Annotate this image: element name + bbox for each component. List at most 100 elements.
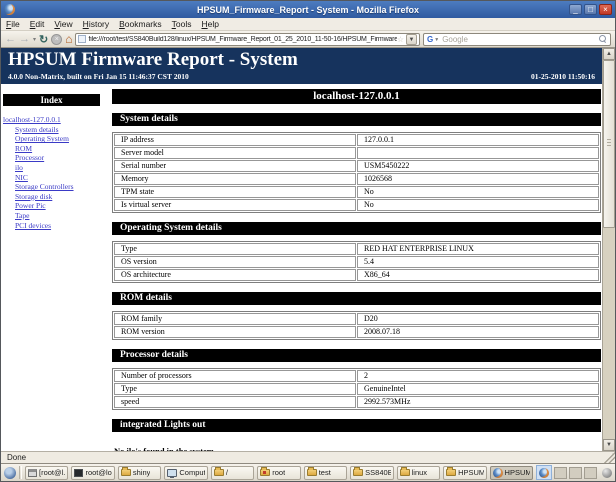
- index-link-rom[interactable]: ROM: [15, 144, 105, 154]
- rom-details-table: ROM familyD20 ROM version2008.07.18: [112, 311, 601, 340]
- bookmark-star-icon[interactable]: ☆: [397, 35, 404, 44]
- workspace-switcher-2[interactable]: [569, 467, 582, 479]
- history-dropdown-icon[interactable]: ▾: [33, 36, 36, 43]
- table-row: Memory1026568: [114, 173, 599, 185]
- report-page: HPSUM Firmware Report - System 4.0.0 Non…: [1, 48, 602, 451]
- tray-firefox-slot[interactable]: [536, 465, 552, 480]
- table-row: TPM stateNo: [114, 186, 599, 198]
- url-dropdown-icon[interactable]: ▼: [406, 34, 417, 45]
- ilo-message: No ilo's found in the system: [114, 446, 601, 451]
- table-row: Server model: [114, 147, 599, 159]
- folder-icon: [446, 469, 456, 476]
- window-list-applet-icon[interactable]: [4, 467, 16, 479]
- host-header: localhost-127.0.0.1: [112, 89, 601, 104]
- section-title-rom-details: ROM details: [112, 292, 601, 305]
- section-title-os-details: Operating System details: [112, 222, 601, 235]
- scroll-down-icon[interactable]: ▼: [603, 439, 615, 451]
- search-placeholder[interactable]: Google: [442, 35, 599, 44]
- stop-icon[interactable]: ×: [51, 34, 62, 45]
- scrollbar-thumb[interactable]: [603, 60, 615, 228]
- menu-file[interactable]: File: [6, 19, 20, 29]
- section-title-system-details: System details: [112, 113, 601, 126]
- index-link-ilo[interactable]: ilo: [15, 163, 105, 173]
- index-link-nic[interactable]: NIC: [15, 173, 105, 183]
- taskbar-item-root-slash[interactable]: /: [211, 466, 254, 480]
- index-link-power-pic[interactable]: Power Pic: [15, 201, 105, 211]
- index-link-localhost[interactable]: localhost-127.0.0.1: [3, 115, 105, 125]
- processor-details-table: Number of processors2 TypeGenuineIntel s…: [112, 368, 601, 410]
- menu-history[interactable]: History: [83, 19, 109, 29]
- folder-home-icon: [260, 469, 270, 476]
- search-engine-icon[interactable]: G: [427, 35, 433, 44]
- search-engine-dropdown-icon[interactable]: ▼: [434, 37, 439, 43]
- workspace-switcher-3[interactable]: [584, 467, 597, 479]
- menu-view[interactable]: View: [54, 19, 72, 29]
- taskbar-item-terminal-1[interactable]: [root@l...: [25, 466, 68, 480]
- browser-viewport: HPSUM Firmware Report - System 4.0.0 Non…: [1, 48, 615, 451]
- reload-icon[interactable]: ↻: [39, 33, 48, 46]
- index-link-tape[interactable]: Tape: [15, 211, 105, 221]
- firefox-icon: [4, 4, 15, 15]
- system-details-table: IP address127.0.0.1 Server model Serial …: [112, 132, 601, 213]
- report-header: HPSUM Firmware Report - System 4.0.0 Non…: [1, 48, 602, 84]
- index-link-storage-controllers[interactable]: Storage Controllers: [15, 182, 105, 192]
- browser-window: HPSUM_Firmware_Report - System - Mozilla…: [0, 0, 616, 482]
- taskbar-item-hpsum-firefox[interactable]: HPSUM_...: [490, 466, 533, 480]
- taskbar-item-computer[interactable]: Computer: [164, 466, 207, 480]
- menu-edit[interactable]: Edit: [30, 19, 45, 29]
- minimize-button[interactable]: _: [569, 4, 582, 15]
- status-bar: Done: [1, 451, 615, 463]
- table-row: OS architectureX86_64: [114, 269, 599, 281]
- index-link-system-details[interactable]: System details: [15, 125, 105, 135]
- navigation-toolbar: ← → ▾ ↻ × ⌂ file:///root/test/SS840Build…: [1, 31, 615, 48]
- taskbar-item-root[interactable]: root: [257, 466, 300, 480]
- folder-icon: [121, 469, 131, 476]
- taskbar-item-terminal-2[interactable]: root@lo...: [71, 466, 114, 480]
- folder-icon: [214, 469, 224, 476]
- index-link-processor[interactable]: Processor: [15, 153, 105, 163]
- home-icon[interactable]: ⌂: [65, 33, 72, 46]
- workspace-switcher-1[interactable]: [554, 467, 567, 479]
- menu-help[interactable]: Help: [201, 19, 218, 29]
- url-bar[interactable]: file:///root/test/SS840Build128/linux/HP…: [75, 33, 420, 46]
- search-bar[interactable]: G ▼ Google: [423, 33, 611, 46]
- firefox-icon: [539, 468, 549, 478]
- taskbar-item-linux[interactable]: linux: [397, 466, 440, 480]
- table-row: Serial numberUSM5450222: [114, 160, 599, 172]
- table-row: IP address127.0.0.1: [114, 134, 599, 146]
- menu-tools[interactable]: Tools: [172, 19, 192, 29]
- index-link-storage-disk[interactable]: Storage disk: [15, 192, 105, 202]
- menubar: File Edit View History Bookmarks Tools H…: [1, 18, 615, 31]
- maximize-button[interactable]: □: [584, 4, 597, 15]
- scroll-up-icon[interactable]: ▲: [603, 48, 615, 60]
- close-button[interactable]: ×: [599, 4, 612, 15]
- forward-icon[interactable]: →: [19, 33, 30, 46]
- back-icon[interactable]: ←: [5, 33, 16, 46]
- menu-bookmarks[interactable]: Bookmarks: [119, 19, 162, 29]
- taskbar-item-shiny[interactable]: shiny: [118, 466, 161, 480]
- url-text[interactable]: file:///root/test/SS840Build128/linux/HP…: [88, 36, 396, 43]
- status-text: Done: [7, 452, 26, 463]
- terminal-icon: [28, 469, 37, 477]
- tray-status-icon[interactable]: [602, 468, 612, 478]
- table-row: TypeRED HAT ENTERPRISE LINUX: [114, 243, 599, 255]
- folder-icon: [307, 469, 317, 476]
- folder-icon: [400, 469, 410, 476]
- computer-icon: [167, 469, 177, 477]
- search-icon[interactable]: [599, 35, 607, 43]
- index-title: Index: [3, 94, 100, 106]
- index-link-pci-devices[interactable]: PCI devices: [15, 221, 105, 231]
- vertical-scrollbar[interactable]: ▲ ▼: [602, 48, 615, 451]
- taskbar-item-test[interactable]: test: [304, 466, 347, 480]
- index-link-operating-system[interactable]: Operating System: [15, 134, 105, 144]
- table-row: Is virtual serverNo: [114, 199, 599, 211]
- section-title-ilo: integrated Lights out: [112, 419, 601, 432]
- titlebar: HPSUM_Firmware_Report - System - Mozilla…: [1, 1, 615, 18]
- taskbar-item-hpsum-folder[interactable]: HPSUM_...: [443, 466, 486, 480]
- page-title: HPSUM Firmware Report - System: [8, 49, 595, 71]
- scrollbar-track[interactable]: [603, 60, 615, 439]
- resize-grip[interactable]: [603, 452, 615, 463]
- table-row: OS version5.4: [114, 256, 599, 268]
- taskbar-item-ss840b[interactable]: SS840B...: [350, 466, 393, 480]
- table-row: ROM familyD20: [114, 313, 599, 325]
